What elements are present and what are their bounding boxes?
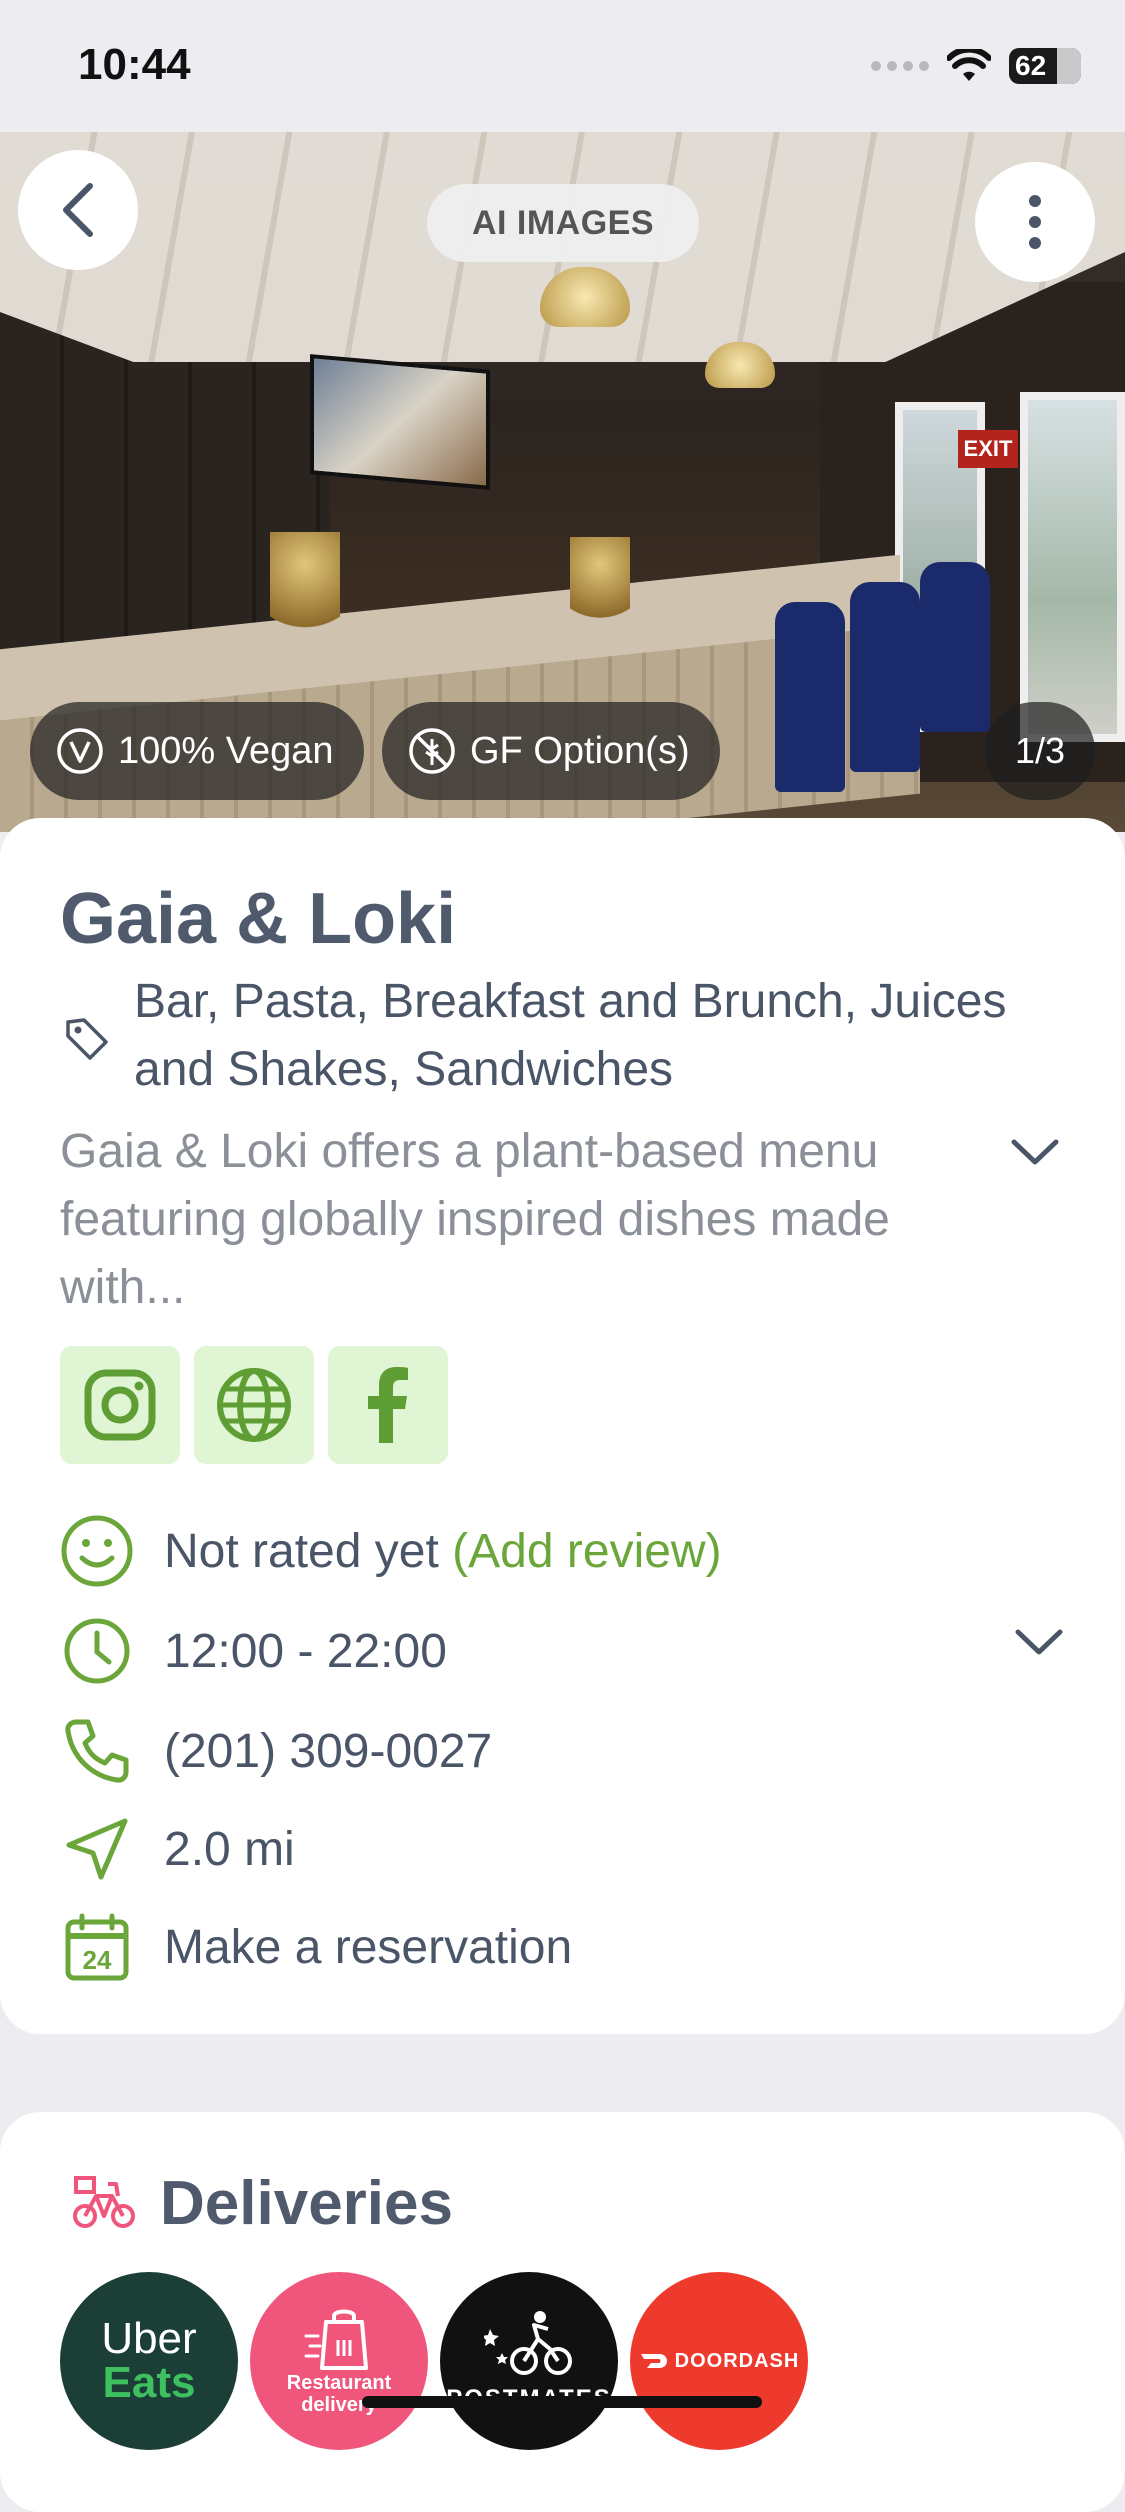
tag-icon	[66, 1018, 108, 1060]
website-button[interactable]	[194, 1346, 314, 1464]
rating-status: Not rated yet	[164, 1524, 439, 1578]
status-icons: 62	[871, 48, 1081, 84]
chevron-left-icon	[63, 183, 93, 237]
smiley-icon	[60, 1514, 134, 1588]
social-links	[60, 1346, 448, 1464]
facebook-button[interactable]	[328, 1346, 448, 1464]
photo-chair	[920, 562, 990, 732]
photo-chair	[850, 582, 920, 772]
clock-icon	[60, 1614, 134, 1688]
courier-cyclist-icon	[484, 2311, 572, 2375]
restaurant-categories: Bar, Pasta, Breakfast and Brunch, Juices…	[134, 975, 1007, 1096]
photo-trophy	[270, 532, 340, 662]
doordash-logo[interactable]: DOORDASH	[630, 2272, 808, 2450]
more-options-button[interactable]	[975, 162, 1095, 282]
image-counter: 1/3	[985, 702, 1095, 800]
home-indicator[interactable]	[362, 2396, 762, 2408]
gluten-free-tag: GF Option(s)	[382, 702, 720, 800]
photo-tv	[310, 354, 490, 490]
gluten-free-icon	[409, 728, 455, 774]
gluten-free-tag-label: GF Option(s)	[470, 729, 690, 772]
phone-row[interactable]: (201) 309-0027	[60, 1714, 492, 1788]
photo-exit-sign: EXIT	[958, 430, 1018, 468]
phone-icon	[60, 1714, 134, 1788]
facebook-icon	[368, 1367, 408, 1443]
doordash-dash-icon	[640, 2354, 667, 2368]
expand-description-chevron-icon[interactable]	[1000, 1118, 1070, 1188]
more-vertical-icon	[1029, 195, 1041, 249]
distance-row[interactable]: 2.0 mi	[60, 1812, 295, 1886]
doordash-label: DOORDASH	[674, 2349, 800, 2372]
distance-value: 2.0 mi	[164, 1822, 295, 1876]
restaurant-info-card: Gaia & Loki Bar, Pasta, Breakfast and Br…	[0, 818, 1125, 2034]
restaurant-delivery-line1: Restaurant	[286, 2372, 392, 2394]
postmates-logo[interactable]: POSTMATES	[440, 2272, 618, 2450]
phone-number: (201) 309-0027	[164, 1724, 493, 1778]
wifi-icon	[947, 49, 991, 81]
restaurant-description: Gaia & Loki offers a plant-based menu fe…	[60, 1125, 890, 1314]
vegan-v-icon	[57, 728, 103, 774]
bicycle-icon	[73, 2176, 135, 2228]
deliveries-card: Deliveries Uber Eats Restaurant delivery…	[0, 2112, 1125, 2512]
rating-text-line: Not rated yet (Add review)	[164, 1524, 722, 1579]
opening-hours: 12:00 - 22:00	[164, 1624, 447, 1678]
deliveries-title: Deliveries	[160, 2169, 453, 2238]
photo-window	[1020, 392, 1125, 742]
reservation-row[interactable]: 24 Make a reservation	[60, 1910, 572, 1984]
svg-text:24: 24	[83, 1945, 112, 1975]
delivery-services: Uber Eats Restaurant delivery POSTMATES …	[60, 2272, 808, 2450]
restaurant-name: Gaia & Loki	[60, 879, 457, 959]
reservation-link: Make a reservation	[164, 1920, 573, 1974]
status-bar: 10:44 62	[0, 0, 1125, 132]
navigation-arrow-icon	[60, 1812, 134, 1886]
instagram-icon	[84, 1369, 156, 1441]
vegan-tag-label: 100% Vegan	[118, 729, 334, 772]
status-time: 10:44	[78, 40, 191, 89]
expand-hours-chevron-icon[interactable]	[1004, 1608, 1074, 1678]
photo-trophy	[570, 537, 630, 647]
cellular-signal-icon	[871, 61, 929, 71]
restaurant-delivery-logo[interactable]: Restaurant delivery	[250, 2272, 428, 2450]
battery-icon: 62	[1009, 48, 1081, 84]
instagram-button[interactable]	[60, 1346, 180, 1464]
back-button[interactable]	[18, 150, 138, 270]
uber-eats-logo[interactable]: Uber Eats	[60, 2272, 238, 2450]
uber-eats-line2: Eats	[102, 2358, 196, 2407]
globe-icon	[217, 1368, 291, 1442]
ai-images-badge[interactable]: AI IMAGES	[427, 184, 699, 262]
hours-row[interactable]: 12:00 - 22:00	[60, 1614, 447, 1688]
vegan-tag: 100% Vegan	[30, 702, 364, 800]
rating-row: Not rated yet (Add review)	[60, 1514, 722, 1588]
uber-eats-line1: Uber	[101, 2314, 197, 2363]
calendar-icon: 24	[60, 1910, 134, 1984]
doordash-wordmark: DOORDASH	[639, 2350, 800, 2373]
shopping-bag-icon	[304, 2309, 368, 2370]
photo-chair	[775, 602, 845, 792]
add-review-link[interactable]: (Add review)	[452, 1525, 721, 1578]
